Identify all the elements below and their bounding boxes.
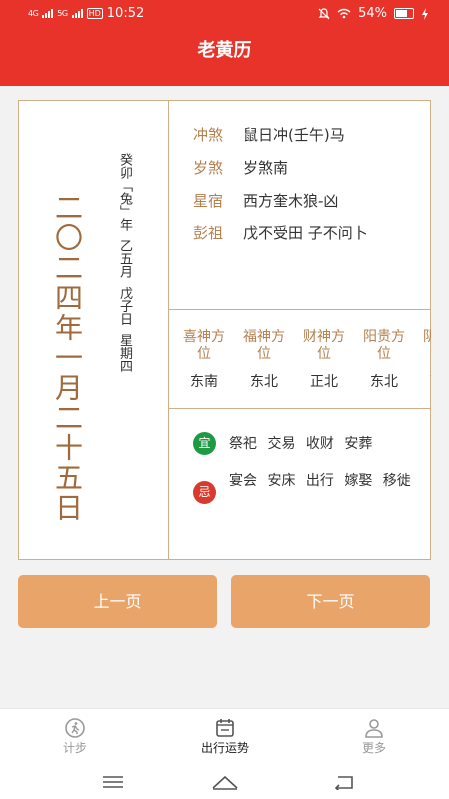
status-right: 54%	[318, 6, 429, 21]
tab-label: 更多	[361, 741, 386, 755]
signal-icon	[71, 9, 83, 18]
mute-icon	[318, 7, 330, 19]
god-name: 阴贵方位	[420, 329, 431, 363]
info-key: 星宿	[193, 192, 224, 210]
info-row-pengzu: 彭祖 戊不受田 子不问卜	[193, 222, 368, 243]
system-nav-bar	[0, 764, 449, 799]
info-value: 戊不受田 子不问卜	[243, 224, 368, 242]
god-direction: 东北	[370, 374, 398, 390]
steps-icon	[65, 718, 85, 738]
signal-icon	[42, 9, 54, 18]
home-icon	[212, 775, 238, 790]
gregorian-date: 二〇二四年一月二十五日	[51, 193, 84, 523]
god-name: 喜神方位	[183, 329, 225, 362]
home-nav-button[interactable]	[210, 772, 240, 792]
date-panel: 二〇二四年一月二十五日 癸卯「兔」年 乙五月 戊子日 星期四	[19, 101, 169, 559]
god-directions: 喜神方位 东南 福神方位 东北 财神方位 正北 阳贵方位 东北 阴贵方位 西南	[169, 310, 431, 409]
god-direction: 正北	[310, 374, 338, 390]
info-key: 岁煞	[193, 159, 224, 177]
god-direction: 西南	[420, 371, 431, 391]
info-row-xingxiu: 星宿 西方奎木狼-凶	[193, 190, 338, 211]
calendar-icon	[216, 719, 234, 737]
lunar-date: 癸卯「兔」年 乙五月 戊子日 星期四	[117, 153, 132, 373]
god-name: 阳贵方位	[363, 329, 405, 362]
menu-nav-button[interactable]	[98, 772, 128, 792]
almanac-card: 二〇二四年一月二十五日 癸卯「兔」年 乙五月 戊子日 星期四 冲煞 鼠日冲(壬午…	[18, 100, 431, 560]
info-section: 冲煞 鼠日冲(壬午)马 岁煞 岁煞南 星宿 西方奎木狼-凶 彭祖 戊不受田 子不…	[169, 101, 431, 310]
status-bar: 4G 5G HD 10:52 54%	[0, 0, 449, 28]
info-key: 彭祖	[193, 224, 224, 242]
god-name: 福神方位	[243, 329, 285, 362]
tab-label: 出行运势	[200, 741, 249, 755]
god-direction: 东南	[190, 374, 218, 390]
menu-icon	[103, 776, 123, 788]
back-nav-button[interactable]	[328, 772, 358, 792]
tab-label: 计步	[62, 741, 87, 755]
info-row-suisha: 岁煞 岁煞南	[193, 157, 288, 178]
wifi-icon	[337, 8, 351, 19]
god-direction-item: 阳贵方位 东北	[360, 329, 408, 391]
yi-badge: 宜	[193, 432, 216, 455]
battery-icon	[394, 8, 414, 19]
network-label-2: 5G	[57, 9, 68, 18]
yi-ji-section: 宜 祭祀 交易 收财 安葬 忌 宴会 安床 出行 嫁娶 移徙	[169, 409, 431, 559]
god-direction-item: 福神方位 东北	[240, 329, 288, 391]
info-value: 岁煞南	[243, 159, 289, 177]
status-time: 10:52	[106, 6, 145, 21]
bottom-tab-bar: 计步 出行运势 更多	[0, 708, 449, 765]
user-icon	[365, 719, 383, 738]
tab-travel-fortune[interactable]: 出行运势	[180, 717, 270, 756]
info-value: 西方奎木狼-凶	[243, 192, 339, 210]
tab-steps[interactable]: 计步	[30, 717, 120, 756]
hd-badge: HD	[86, 8, 103, 19]
network-label-1: 4G	[28, 9, 39, 18]
info-key: 冲煞	[193, 126, 224, 144]
status-left: 4G 5G HD 10:52	[28, 6, 144, 21]
battery-percent: 54%	[358, 6, 387, 21]
god-direction-item[interactable]: 阴贵方位 西南	[420, 329, 431, 391]
back-icon	[334, 776, 353, 790]
god-name: 财神方位	[303, 329, 345, 362]
god-direction: 东北	[250, 374, 278, 390]
next-page-button[interactable]: 下一页	[231, 575, 430, 628]
info-row-chongsha: 冲煞 鼠日冲(壬午)马	[193, 124, 345, 145]
yi-list: 祭祀 交易 收财 安葬	[229, 436, 373, 452]
tab-more[interactable]: 更多	[329, 717, 419, 756]
charging-icon	[422, 7, 428, 20]
god-direction-item: 喜神方位 东南	[180, 329, 228, 391]
app-bar: 老黄历	[0, 28, 449, 86]
page-title: 老黄历	[197, 40, 252, 61]
ji-list: 宴会 安床 出行 嫁娶 移徙	[229, 473, 411, 489]
god-direction-item: 财神方位 正北	[300, 329, 348, 391]
ji-badge: 忌	[193, 481, 216, 504]
info-value: 鼠日冲(壬午)马	[243, 126, 345, 144]
prev-page-button[interactable]: 上一页	[18, 575, 217, 628]
